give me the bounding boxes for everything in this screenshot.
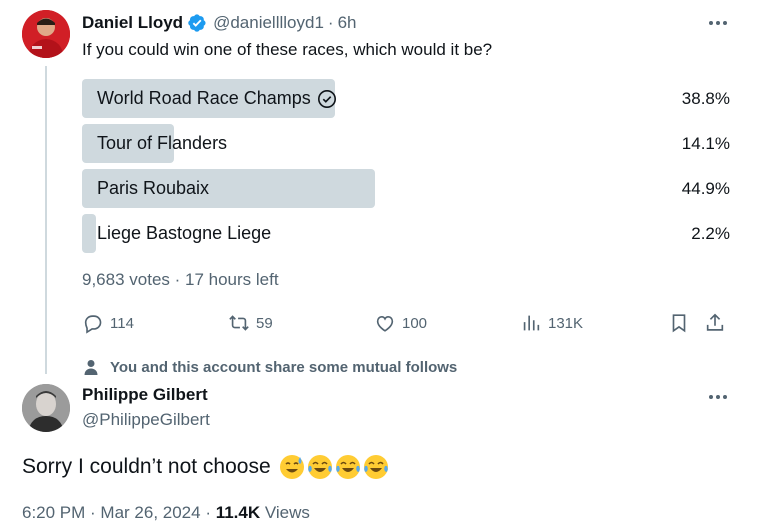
verified-badge-icon — [187, 13, 207, 33]
tweet-views-label: Views — [260, 503, 310, 522]
poll-option-percent: 38.8% — [681, 88, 730, 108]
sweat-smile-emoji — [279, 454, 305, 480]
author-handle[interactable]: @PhilippeGilbert — [82, 410, 210, 430]
separator: · — [327, 13, 334, 32]
poll-option: Liege Bastogne Liege 2.2% — [82, 214, 734, 253]
poll-meta: 9,683 votes · 17 hours left — [82, 270, 279, 289]
avatar[interactable] — [22, 384, 70, 432]
bookmark-button[interactable] — [668, 310, 690, 336]
tweet-text: If you could win one of these races, whi… — [82, 40, 493, 59]
reply-button[interactable]: 114 — [82, 310, 134, 336]
action-bar: 114 59 100 131K — [82, 310, 734, 336]
tears-of-joy-emoji — [307, 454, 333, 480]
reply-count: 114 — [110, 314, 134, 332]
person-icon — [84, 360, 98, 375]
views-button[interactable]: 131K — [520, 310, 583, 336]
reply-text-content: Sorry I couldn’t not choose — [22, 455, 271, 478]
poll-option: World Road Race Champs 38.8% — [82, 79, 734, 118]
more-icon[interactable] — [706, 388, 730, 406]
reply-icon — [84, 315, 102, 334]
poll-option-label: Tour of Flanders — [97, 133, 228, 153]
like-icon — [376, 316, 394, 332]
author-name[interactable]: Daniel Lloyd — [82, 13, 183, 33]
timestamp[interactable]: 6h — [338, 13, 357, 33]
poll-option-label: Liege Bastogne Liege — [97, 223, 272, 243]
repost-count: 59 — [256, 314, 273, 332]
poll-option: Tour of Flanders 14.1% — [82, 124, 734, 163]
poll-option-label: Paris Roubaix — [97, 178, 210, 198]
tweet-views-count: 11.4K — [215, 503, 261, 522]
bookmark-icon — [672, 314, 686, 333]
mutual-follows-note: You and this account share some mutual f… — [82, 357, 457, 377]
share-button[interactable] — [704, 310, 726, 336]
poll-option-percent: 44.9% — [681, 178, 730, 198]
tears-of-joy-emoji — [335, 454, 361, 480]
like-button[interactable]: 100 — [374, 310, 427, 336]
tweet-footer: 6:20 PM · Mar 26, 2024 · 11.4K Views — [22, 503, 310, 523]
like-count: 100 — [402, 314, 428, 332]
thread-connector-line — [45, 66, 47, 374]
mutual-follows-text: You and this account share some mutual f… — [110, 358, 458, 376]
tweet-datetime[interactable]: 6:20 PM · Mar 26, 2024 · — [22, 503, 216, 522]
repost-icon — [229, 315, 249, 331]
tears-of-joy-emoji — [363, 454, 389, 480]
repost-button[interactable]: 59 — [228, 310, 273, 336]
poll-option-percent: 14.1% — [681, 133, 730, 153]
reply-text: Sorry I couldn’t not choose — [22, 452, 389, 482]
views-icon — [523, 315, 540, 331]
poll-bar — [82, 214, 96, 253]
author-name[interactable]: Philippe Gilbert — [82, 385, 208, 405]
poll-option-label: World Road Race Champs — [97, 88, 311, 108]
more-icon[interactable] — [706, 14, 730, 32]
poll-option: Paris Roubaix 44.9% — [82, 169, 734, 208]
tweet-header: Daniel Lloyd @danielllloyd1 · 6h — [82, 12, 357, 34]
share-icon — [706, 313, 724, 331]
views-count: 131K — [548, 314, 584, 332]
poll-option-percent: 2.2% — [691, 223, 730, 243]
check-circle-icon — [317, 89, 337, 109]
author-handle[interactable]: @danielllloyd1 — [213, 13, 324, 33]
poll: World Road Race Champs 38.8% Tour of Fla… — [82, 79, 734, 259]
avatar[interactable] — [22, 10, 70, 58]
